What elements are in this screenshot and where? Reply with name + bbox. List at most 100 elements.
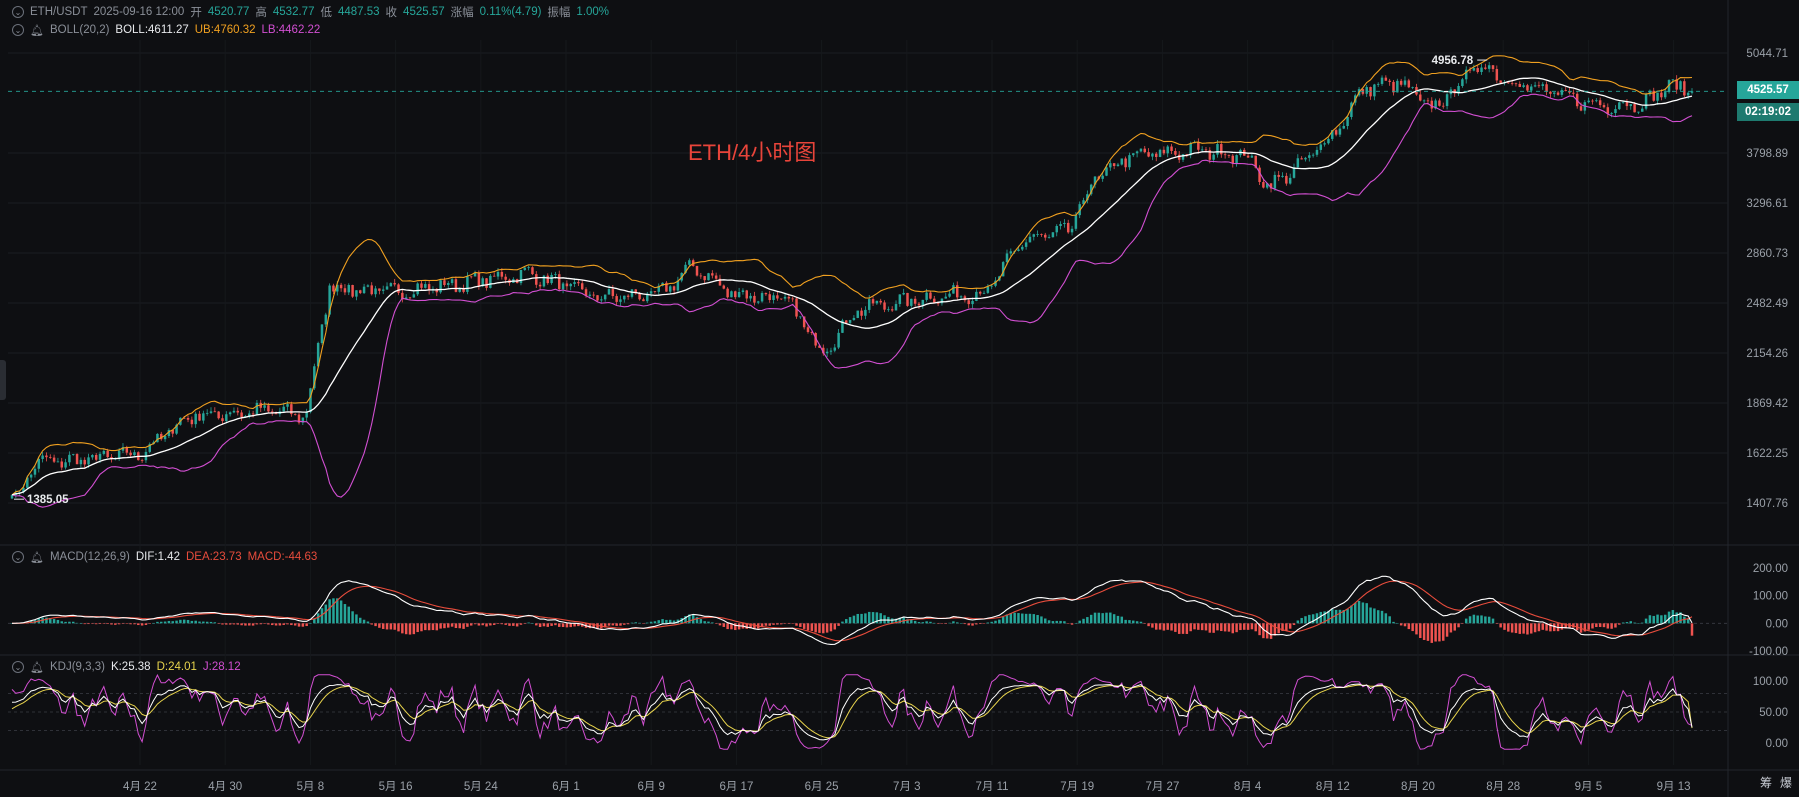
macd-histogram-bar — [1392, 621, 1395, 624]
y-tick-label: 100.00 — [1753, 676, 1788, 688]
macd-histogram-bar — [144, 623, 148, 626]
candle-body — [213, 411, 217, 413]
macd-histogram-bar — [661, 619, 664, 624]
macd-histogram-bar — [416, 623, 419, 633]
macd-histogram-bar — [1365, 603, 1368, 624]
candle-body — [1216, 143, 1219, 155]
macd-histogram-bar — [110, 623, 113, 625]
candle-body — [1308, 155, 1311, 158]
macd-histogram-bar — [1132, 620, 1135, 624]
candle-body — [439, 280, 442, 293]
macd-histogram-bar — [714, 623, 718, 624]
candle-body — [1660, 92, 1663, 98]
macd-histogram-bar — [255, 623, 259, 625]
macd-histogram-bar — [427, 623, 431, 631]
collapse-icon[interactable]: ⌄ — [12, 6, 24, 18]
macd-histogram-bar — [167, 620, 171, 624]
macd-histogram-bar — [1135, 621, 1139, 624]
macd-histogram-bar — [259, 623, 262, 625]
x-tick-label: 5月 8 — [297, 781, 325, 793]
macd-histogram-bar — [1376, 610, 1380, 624]
macd-histogram-bar — [1044, 618, 1047, 624]
candle-body — [929, 292, 932, 299]
y-tick-label: 3798.89 — [1746, 148, 1788, 160]
bell-icon[interactable]: 🔔︎ — [30, 24, 44, 37]
macd-histogram-bar — [1047, 620, 1051, 624]
candle-body — [485, 278, 488, 288]
candle-body — [825, 351, 829, 354]
kdj-j-value: J:28.12 — [202, 661, 241, 673]
macd-histogram-bar — [565, 623, 569, 628]
macd-histogram-bar — [1453, 623, 1456, 631]
macd-histogram-bar — [1445, 623, 1449, 637]
candle-body — [1174, 150, 1177, 155]
macd-histogram-bar — [952, 621, 955, 624]
chips-button[interactable]: 筹 — [1760, 774, 1772, 791]
macd-histogram-bar — [1089, 614, 1093, 624]
candle-body — [772, 295, 775, 301]
macd-histogram-bar — [1151, 623, 1154, 628]
macd-histogram-bar — [829, 623, 833, 632]
candle-body — [1683, 81, 1686, 96]
macd-name: MACD(12,26,9) — [49, 551, 130, 563]
candle-body — [1250, 155, 1254, 158]
macd-histogram-bar — [1139, 621, 1143, 624]
candle-body — [890, 309, 894, 311]
macd-histogram-bar — [975, 623, 978, 625]
macd-histogram-bar — [152, 623, 155, 624]
candle-body — [309, 388, 312, 413]
candle-body — [837, 332, 840, 348]
macd-histogram-bar — [990, 621, 993, 624]
open-label: 开 — [190, 7, 202, 19]
macd-histogram-bar — [848, 617, 852, 624]
collapse-icon[interactable]: ⌄ — [12, 661, 24, 673]
candle-body — [730, 291, 733, 298]
macd-histogram-bar — [527, 622, 530, 624]
collapse-icon[interactable]: ⌄ — [12, 24, 24, 36]
macd-histogram-bar — [1246, 623, 1250, 630]
candle-body — [1036, 233, 1039, 235]
candle-body — [351, 285, 354, 297]
candle-body — [1572, 92, 1575, 94]
candle-body — [1591, 100, 1594, 102]
collapse-icon[interactable]: ⌄ — [12, 551, 24, 563]
macd-histogram-bar — [1296, 620, 1300, 624]
macd-histogram-bar — [1396, 623, 1399, 624]
candle-body — [791, 298, 794, 300]
macd-histogram-bar — [431, 623, 435, 631]
chart-canvas[interactable]: 5044.71 3798.89 3296.61 2860.73 2482.49 2154.… — [0, 0, 1799, 797]
candle-body — [83, 459, 86, 465]
macd-histogram-bar — [1231, 623, 1235, 634]
candle-body — [1514, 83, 1518, 85]
macd-histogram-bar — [1357, 600, 1361, 624]
candle-body — [523, 267, 527, 270]
macd-histogram-bar — [1116, 615, 1120, 624]
side-panel-handle[interactable] — [0, 360, 6, 400]
candle-body — [737, 292, 741, 298]
macd-histogram-bar — [1338, 609, 1342, 624]
macd-histogram-bar — [883, 615, 886, 624]
macd-histogram-bar — [1143, 623, 1146, 624]
macd-histogram-bar — [508, 623, 511, 626]
macd-histogram-bar — [1285, 623, 1288, 631]
candle-body — [477, 272, 481, 287]
macd-histogram-bar — [83, 623, 86, 625]
liquidation-button[interactable]: 爆 — [1780, 774, 1792, 791]
macd-histogram-bar — [611, 623, 615, 626]
candle-body — [833, 347, 837, 351]
y-tick-label: 2482.49 — [1746, 298, 1788, 310]
macd-histogram-bar — [1587, 623, 1590, 630]
bell-icon[interactable]: 🔔︎ — [30, 661, 44, 674]
candle-body — [925, 292, 928, 300]
bell-icon[interactable]: 🔔︎ — [30, 551, 44, 564]
macd-histogram-bar — [1350, 605, 1353, 624]
macd-histogram-bar — [955, 622, 959, 624]
candle-body — [1231, 155, 1235, 164]
candle-body — [600, 299, 603, 301]
chart-title: ETH/4小时图 — [688, 140, 817, 165]
macd-histogram-bar — [1457, 623, 1460, 628]
candle-body — [852, 317, 856, 321]
macd-histogram-bar — [841, 621, 844, 624]
x-tick-label: 6月 9 — [637, 781, 665, 793]
candle-body — [565, 283, 569, 287]
